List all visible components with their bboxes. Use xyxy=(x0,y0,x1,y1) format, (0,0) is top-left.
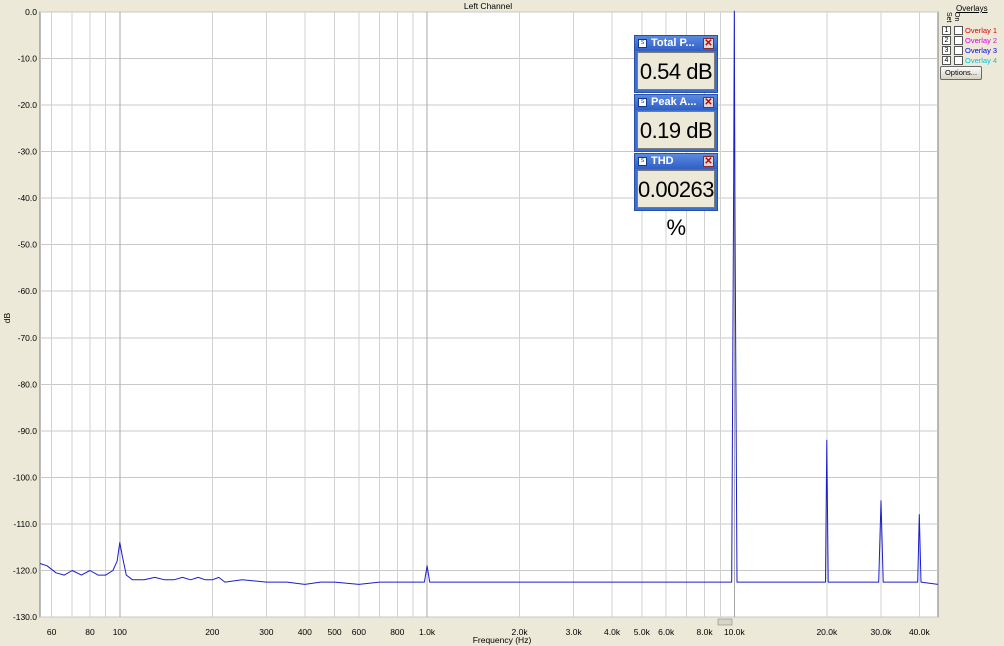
overlay-row: 1 Overlay 1 xyxy=(942,26,1004,36)
overlays-title: Overlays xyxy=(956,4,988,13)
y-tick-label: -20.0 xyxy=(18,100,38,110)
x-tick-label: 600 xyxy=(352,627,366,637)
meter-header[interactable]: S Total P... ✕ xyxy=(635,36,717,51)
overlay-set-button[interactable]: 4 xyxy=(942,56,951,65)
x-tick-label: 8.0k xyxy=(697,627,714,637)
overlays-col-set: Set xyxy=(945,12,952,23)
y-tick-label: 0.0 xyxy=(25,7,37,17)
y-tick-label: -80.0 xyxy=(18,379,38,389)
y-tick-label: -50.0 xyxy=(18,240,38,250)
overlay-label: Overlay 3 xyxy=(965,46,998,55)
meter-value: 0.19 dB xyxy=(637,111,715,149)
overlay-set-button[interactable]: 2 xyxy=(942,36,951,45)
x-tick-label: 3.0k xyxy=(566,627,583,637)
meter-header[interactable]: S THD ✕ xyxy=(635,154,717,169)
overlay-set-button[interactable]: 1 xyxy=(942,26,951,35)
overlays-col-on: On xyxy=(953,12,960,22)
y-axis-label: dB xyxy=(2,312,12,323)
x-tick-label: 20.0k xyxy=(816,627,838,637)
meter-app-icon: S xyxy=(638,157,647,166)
y-tick-label: -130.0 xyxy=(13,612,37,622)
overlay-on-checkbox[interactable] xyxy=(954,46,963,55)
meter-app-icon: S xyxy=(638,98,647,107)
x-tick-label: 30.0k xyxy=(871,627,893,637)
plot-area[interactable] xyxy=(39,11,939,618)
meter-title: THD xyxy=(651,155,674,167)
meter-title: Total P... xyxy=(651,37,695,49)
x-tick-label: 80 xyxy=(85,627,95,637)
y-tick-label: -110.0 xyxy=(14,519,38,529)
overlay-on-checkbox[interactable] xyxy=(954,56,963,65)
meter-thd[interactable]: S THD ✕ 0.00263 % xyxy=(634,153,718,240)
x-tick-label: 400 xyxy=(298,627,312,637)
y-tick-label: -30.0 xyxy=(18,147,38,157)
y-tick-label: -90.0 xyxy=(18,426,38,436)
y-tick-label: -100.0 xyxy=(13,472,37,482)
y-tick-label: -10.0 xyxy=(18,54,38,64)
meter-app-icon: S xyxy=(638,39,647,48)
y-tick-label: -40.0 xyxy=(18,193,38,203)
x-tick-label: 60 xyxy=(47,627,57,637)
x-tick-label: 5.0k xyxy=(634,627,651,637)
overlay-label: Overlay 4 xyxy=(965,56,998,65)
overlay-on-checkbox[interactable] xyxy=(954,26,963,35)
overlay-row: 2 Overlay 2 xyxy=(942,36,1004,46)
overlay-on-checkbox[interactable] xyxy=(954,36,963,45)
x-tick-label: 40.0k xyxy=(909,627,931,637)
overlay-row: 3 Overlay 3 xyxy=(942,46,1004,56)
overlay-label: Overlay 2 xyxy=(965,36,998,45)
x-tick-label: 500 xyxy=(327,627,341,637)
y-tick-label: -120.0 xyxy=(13,565,37,575)
meter-value: 0.54 dB xyxy=(637,52,715,90)
chart-title: Left Channel xyxy=(464,1,512,11)
close-icon[interactable]: ✕ xyxy=(703,97,714,108)
x-axis-label: Frequency (Hz) xyxy=(473,635,532,645)
spectrum-chart: Left Channel 0.0 -10.0 -20.0 -30.0 -40.0 -50.… xyxy=(2,1,939,645)
x-tick-label: 200 xyxy=(205,627,219,637)
meter-total-power[interactable]: S Total P... ✕ 0.54 dB xyxy=(634,35,718,93)
x-tick-label: 800 xyxy=(390,627,404,637)
overlay-set-button[interactable]: 3 xyxy=(942,46,951,55)
options-button[interactable]: Options... xyxy=(940,66,982,80)
close-icon[interactable]: ✕ xyxy=(703,38,714,49)
y-tick-labels: 0.0 -10.0 -20.0 -30.0 -40.0 -50.0 -60.0 -70.0 -8… xyxy=(13,7,37,622)
x-tick-label: 6.0k xyxy=(658,627,675,637)
x-tick-label: 1.0k xyxy=(419,627,436,637)
overlay-label: Overlay 1 xyxy=(965,26,998,35)
y-tick-label: -60.0 xyxy=(18,286,38,296)
x-tick-label: 4.0k xyxy=(604,627,621,637)
meter-value: 0.00263 % xyxy=(637,170,715,240)
overlay-row: 4 Overlay 4 xyxy=(942,56,1004,66)
meter-title: Peak A... xyxy=(651,96,697,108)
meter-header[interactable]: S Peak A... ✕ xyxy=(635,95,717,110)
x-tick-label: 10.0k xyxy=(724,627,746,637)
y-tick-label: -70.0 xyxy=(18,333,38,343)
meter-peak-amplitude[interactable]: S Peak A... ✕ 0.19 dB xyxy=(634,94,718,152)
x-tick-label: 100 xyxy=(113,627,127,637)
overlays-panel: Overlays Set On 1 Overlay 1 2 Overlay 2 … xyxy=(940,0,1004,646)
x-scroll-handle[interactable] xyxy=(717,618,733,626)
x-tick-label: 300 xyxy=(259,627,273,637)
close-icon[interactable]: ✕ xyxy=(703,156,714,167)
